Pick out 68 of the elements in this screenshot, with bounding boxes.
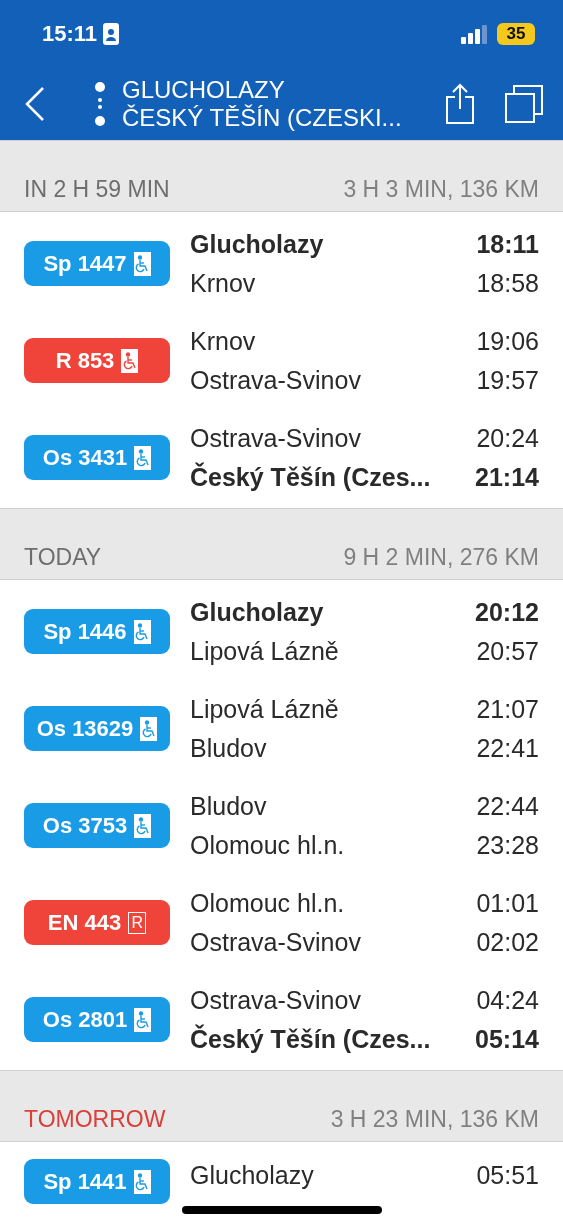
train-badge[interactable]: Os 3753: [24, 803, 170, 848]
station-name: Olomouc hl.n.: [190, 888, 345, 919]
wheelchair-icon: [134, 813, 152, 838]
station-name: Ostrava-Svinov: [190, 365, 361, 396]
wheelchair-icon: [121, 348, 139, 373]
wheelchair-icon: [133, 1169, 151, 1194]
station-name: Glucholazy: [190, 597, 324, 628]
reservation-icon: R: [128, 911, 147, 934]
stop-time: 19:06: [476, 326, 539, 357]
train-badge[interactable]: Os 2801: [24, 997, 170, 1042]
stop-time: 05:51: [476, 1160, 539, 1191]
duration-distance: 3 H 23 MIN, 136 KM: [330, 1106, 539, 1133]
origin-title: GLUCHOLAZY: [122, 76, 286, 104]
station-name: Ostrava-Svinov: [190, 927, 361, 958]
station-name: Ostrava-Svinov: [190, 985, 361, 1016]
id-card-icon: [103, 23, 120, 45]
share-icon[interactable]: [445, 83, 475, 125]
stop-time: 02:02: [476, 927, 539, 958]
clock: 15:11: [42, 21, 98, 47]
station-name: Krnov: [190, 326, 256, 357]
station-name: Český Těšín (Czes...: [190, 1023, 431, 1055]
departure-label: TOMORROW: [24, 1106, 166, 1133]
duration-distance: 3 H 3 MIN, 136 KM: [343, 176, 539, 203]
copy-icon[interactable]: [505, 85, 543, 123]
station-name: Glucholazy: [190, 229, 324, 260]
station-name: Olomouc hl.n.: [190, 830, 345, 861]
departure-label: TODAY: [24, 544, 102, 571]
stop-time: 21:14: [475, 462, 539, 493]
train-badge[interactable]: Os 13629: [24, 706, 170, 751]
station-name: Bludov: [190, 733, 267, 764]
stop-time: 01:01: [476, 888, 539, 919]
train-badge[interactable]: R 853: [24, 338, 170, 383]
wheelchair-icon: [133, 619, 151, 644]
station-name: Lipová Lázně: [190, 636, 339, 667]
battery-icon: 35: [497, 23, 535, 45]
stop-time: 23:28: [476, 830, 539, 861]
train-badge[interactable]: Sp 1446: [24, 609, 170, 654]
signal-icon: [461, 24, 489, 44]
duration-distance: 9 H 2 MIN, 276 KM: [343, 544, 539, 571]
train-badge[interactable]: EN 443 R: [24, 900, 170, 945]
back-icon[interactable]: [24, 86, 46, 122]
stop-time: 04:24: [476, 985, 539, 1016]
wheelchair-icon: [134, 1007, 152, 1032]
station-name: Lipová Lázně: [190, 694, 339, 725]
stop-time: 18:58: [476, 268, 539, 299]
destination-title: ČESKÝ TĚŠÍN (CZESKI...: [122, 104, 402, 132]
wheelchair-icon: [133, 251, 151, 276]
stop-time: 19:57: [476, 365, 539, 396]
station-name: Ostrava-Svinov: [190, 423, 361, 454]
station-name: Glucholazy: [190, 1160, 314, 1191]
stop-time: 21:07: [476, 694, 539, 725]
stop-time: 20:24: [476, 423, 539, 454]
stop-time: 22:41: [476, 733, 539, 764]
stop-time: 22:44: [476, 791, 539, 822]
stop-time: 20:57: [476, 636, 539, 667]
train-badge[interactable]: Sp 1441: [24, 1159, 170, 1204]
station-name: Český Těšín (Czes...: [190, 461, 431, 493]
wheelchair-icon: [140, 716, 158, 741]
wheelchair-icon: [134, 445, 152, 470]
stop-time: 20:12: [475, 597, 539, 628]
train-badge[interactable]: Sp 1447: [24, 241, 170, 286]
departure-label: IN 2 H 59 MIN: [24, 176, 170, 203]
station-name: Bludov: [190, 791, 267, 822]
stop-time: 18:11: [476, 229, 539, 260]
route-dots-icon: [94, 81, 106, 127]
station-name: Krnov: [190, 268, 256, 299]
train-badge[interactable]: Os 3431: [24, 435, 170, 480]
stop-time: 05:14: [475, 1024, 539, 1055]
